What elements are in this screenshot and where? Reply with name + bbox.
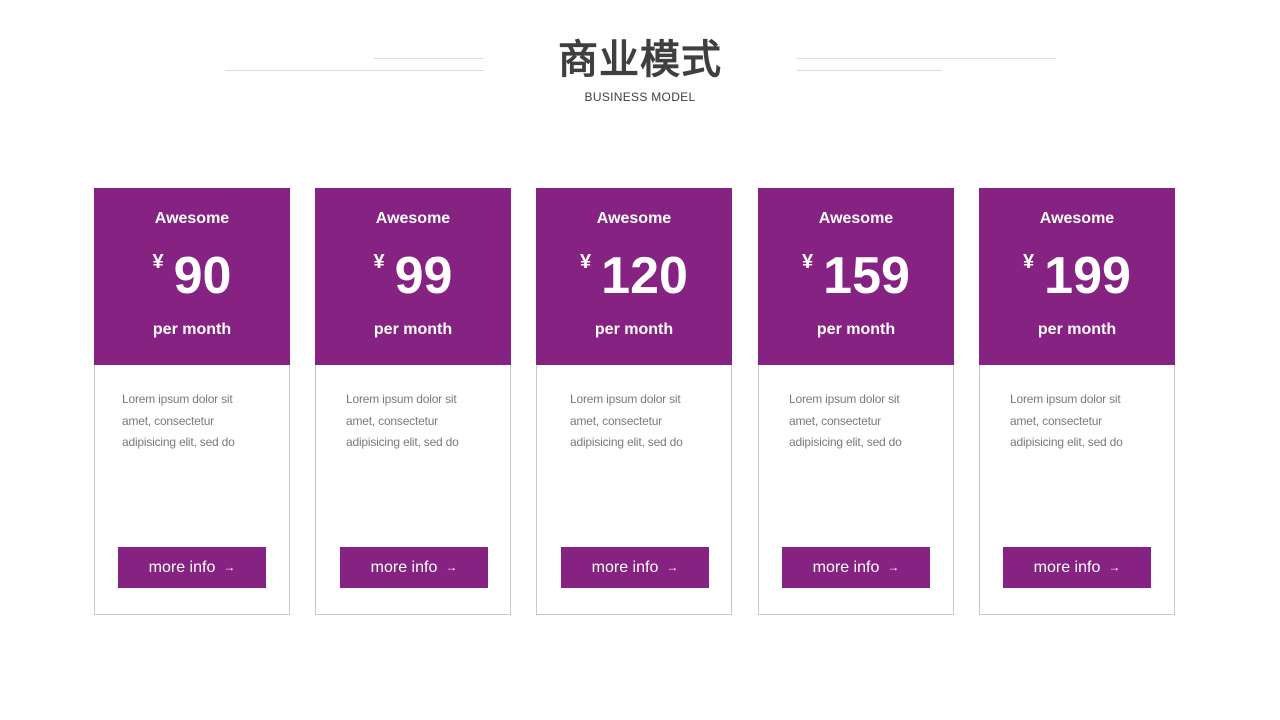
description-line: amet, consectetur	[789, 413, 881, 428]
price-value: 90	[173, 247, 232, 305]
billing-period: per month	[152, 321, 232, 338]
description-line: adipisicing elit, sed do	[1010, 435, 1123, 449]
plan-description: Lorem ipsum dolor sit amet, consectetur …	[570, 389, 720, 454]
plan-name: Awesome	[1039, 210, 1115, 227]
more-info-button[interactable]: more info →	[118, 547, 266, 588]
arrow-right-icon: →	[887, 560, 900, 574]
more-info-label: more info	[591, 559, 659, 576]
pricing-card-header: Awesome ¥90 per month	[94, 188, 290, 365]
arrow-right-icon: →	[666, 560, 679, 574]
plan-price: ¥199	[979, 246, 1175, 306]
description-line: adipisicing elit, sed do	[789, 435, 902, 449]
currency-symbol: ¥	[1023, 251, 1035, 273]
currency-symbol: ¥	[373, 251, 385, 273]
pricing-card-header: Awesome ¥199 per month	[979, 188, 1175, 365]
price-value: 99	[394, 247, 453, 305]
price-value: 159	[823, 247, 910, 305]
plan-name: Awesome	[154, 210, 230, 227]
description-line: Lorem ipsum dolor sit	[789, 392, 900, 406]
page-subtitle: BUSINESS MODEL	[584, 90, 696, 104]
pricing-card-header: Awesome ¥159 per month	[758, 188, 954, 365]
description-line: amet, consectetur	[346, 413, 438, 428]
pricing-card: Awesome ¥99 per month Lorem ipsum dolor …	[315, 188, 511, 615]
description-line: Lorem ipsum dolor sit	[122, 392, 233, 406]
more-info-label: more info	[812, 559, 880, 576]
plan-name: Awesome	[596, 210, 672, 227]
pricing-card: Awesome ¥199 per month Lorem ipsum dolor…	[979, 188, 1175, 615]
plan-price: ¥99	[315, 246, 511, 306]
billing-period: per month	[594, 321, 674, 338]
description-line: amet, consectetur	[1010, 413, 1102, 428]
arrow-right-icon: →	[1108, 560, 1121, 574]
currency-symbol: ¥	[152, 251, 164, 273]
plan-description: Lorem ipsum dolor sit amet, consectetur …	[346, 389, 496, 454]
more-info-label: more info	[148, 559, 216, 576]
slide: 商业模式 BUSINESS MODEL Awesome ¥90 per mont…	[0, 0, 1280, 720]
description-line: amet, consectetur	[122, 413, 214, 428]
description-line: Lorem ipsum dolor sit	[1010, 392, 1121, 406]
page-title: 商业模式	[558, 37, 722, 83]
pricing-card-header: Awesome ¥99 per month	[315, 188, 511, 365]
more-info-label: more info	[1033, 559, 1101, 576]
more-info-label: more info	[370, 559, 438, 576]
description-line: adipisicing elit, sed do	[346, 435, 459, 449]
more-info-button[interactable]: more info →	[782, 547, 930, 588]
pricing-card: Awesome ¥159 per month Lorem ipsum dolor…	[758, 188, 954, 615]
price-value: 120	[601, 247, 688, 305]
description-line: amet, consectetur	[570, 413, 662, 428]
description-line: adipisicing elit, sed do	[570, 435, 683, 449]
plan-price: ¥120	[536, 246, 732, 306]
arrow-right-icon: →	[223, 560, 236, 574]
currency-symbol: ¥	[802, 251, 814, 273]
description-line: adipisicing elit, sed do	[122, 435, 235, 449]
plan-price: ¥90	[94, 246, 290, 306]
plan-name: Awesome	[375, 210, 451, 227]
plan-description: Lorem ipsum dolor sit amet, consectetur …	[1010, 389, 1160, 454]
currency-symbol: ¥	[580, 251, 592, 273]
plan-price: ¥159	[758, 246, 954, 306]
pricing-card: Awesome ¥120 per month Lorem ipsum dolor…	[536, 188, 732, 615]
plan-description: Lorem ipsum dolor sit amet, consectetur …	[122, 389, 272, 454]
price-value: 199	[1044, 247, 1131, 305]
arrow-right-icon: →	[445, 560, 458, 574]
billing-period: per month	[1037, 321, 1117, 338]
plan-name: Awesome	[818, 210, 894, 227]
more-info-button[interactable]: more info →	[340, 547, 488, 588]
more-info-button[interactable]: more info →	[1003, 547, 1151, 588]
description-line: Lorem ipsum dolor sit	[346, 392, 457, 406]
billing-period: per month	[816, 321, 896, 338]
more-info-button[interactable]: more info →	[561, 547, 709, 588]
pricing-card: Awesome ¥90 per month Lorem ipsum dolor …	[94, 188, 290, 615]
description-line: Lorem ipsum dolor sit	[570, 392, 681, 406]
pricing-card-header: Awesome ¥120 per month	[536, 188, 732, 365]
plan-description: Lorem ipsum dolor sit amet, consectetur …	[789, 389, 939, 454]
billing-period: per month	[373, 321, 453, 338]
